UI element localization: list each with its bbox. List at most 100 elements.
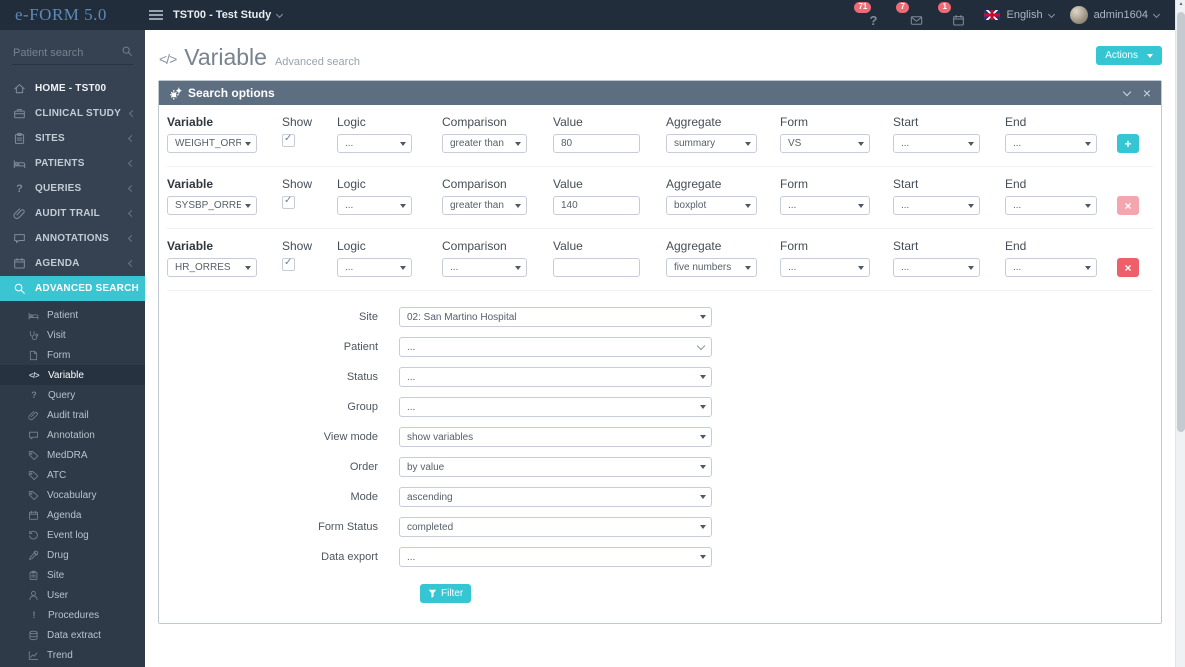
submenu-item-trend[interactable]: Trend [0,645,145,665]
submenu-item-label: User [47,589,69,601]
submenu-item-visit[interactable]: Visit [0,325,145,345]
variable-select[interactable]: WEIGHT_ORRES [167,134,257,153]
form-select[interactable]: VS [780,134,870,153]
form-status-select[interactable]: completed [399,517,712,537]
submenu-item-atc[interactable]: ATC [0,465,145,485]
aggregate-select[interactable]: five numbers [666,258,757,277]
app-logo[interactable]: e-FORM 5.0 [0,0,145,30]
sidebar-item-label: HOME - TST00 [35,83,107,94]
submenu-item-drug[interactable]: Drug [0,545,145,565]
chevron-left-icon [127,134,136,143]
comparison-select[interactable]: greater than [442,134,527,153]
sidebar-item-audit-trail[interactable]: AUDIT TRAIL [0,201,145,226]
scroll-up-arrow[interactable]: ▲ [1176,1,1185,7]
filter-row: Data export ... [167,547,1153,567]
panel-title: Search options [188,86,275,100]
comparison-select[interactable]: ... [442,258,527,277]
menu-icon[interactable] [149,8,163,22]
variable-select[interactable]: SYSBP_ORRES [167,196,257,215]
column-label-variable: Variable [167,239,214,253]
submenu-item-annotation[interactable]: Annotation [0,425,145,445]
actions-button[interactable]: Actions [1096,46,1162,65]
sidebar: HOME - TST00 CLINICAL STUDY SITES PATIEN… [0,30,145,667]
language-selector[interactable]: English [984,9,1055,21]
sidebar-item-patients[interactable]: PATIENTS [0,151,145,176]
submenu-item-meddra[interactable]: MedDRA [0,445,145,465]
filter-button[interactable]: Filter [420,584,472,603]
comparison-select[interactable]: greater than [442,196,527,215]
show-checkbox[interactable] [282,257,295,271]
caret-down-icon [700,435,706,439]
remove-row-button[interactable]: × [1117,258,1139,277]
show-checkbox[interactable] [282,195,295,209]
scrollbar[interactable]: ▲ [1175,0,1185,667]
user-menu[interactable]: admin1604 [1069,6,1161,24]
sidebar-item-label: CLINICAL STUDY [35,108,121,119]
sidebar-item-agenda[interactable]: AGENDA [0,251,145,276]
funnel-icon [428,589,437,598]
value-input[interactable]: 80 [553,134,640,153]
order-select[interactable]: by value [399,457,712,477]
mode-select[interactable]: ascending [399,487,712,507]
form-select[interactable]: ... [780,258,870,277]
study-selector[interactable]: TST00 - Test Study [173,9,284,21]
status-select[interactable]: ... [399,367,712,387]
filter-row: View mode show variables [167,427,1153,447]
submenu-item-query[interactable]: ? Query [0,385,145,405]
filter-label-group: Group [347,401,378,413]
view-mode-select[interactable]: show variables [399,427,712,447]
submenu-item-audit-trail[interactable]: Audit trail [0,405,145,425]
data-export-select[interactable]: ... [399,547,712,567]
value-input[interactable] [553,258,640,277]
submenu-item-form[interactable]: Form [0,345,145,365]
patient-select[interactable]: ... [399,337,712,357]
patient-search-input[interactable] [12,45,133,65]
submenu-item-data-extract[interactable]: Data extract [0,625,145,645]
end-select[interactable]: ... [1005,258,1097,277]
column-label-show: Show [282,115,313,129]
tag-icon [28,470,39,480]
sidebar-item-queries[interactable]: ? QUERIES [0,176,145,201]
end-select[interactable]: ... [1005,134,1097,153]
start-select[interactable]: ... [893,196,980,215]
remove-row-button[interactable]: × [1117,196,1139,215]
sidebar-item-annotations[interactable]: ANNOTATIONS [0,226,145,251]
sidebar-item-advanced-search[interactable]: ADVANCED SEARCH [0,276,145,301]
aggregate-select[interactable]: boxplot [666,196,757,215]
show-checkbox[interactable] [282,133,295,147]
form-select[interactable]: ... [780,196,870,215]
aggregate-select[interactable]: summary [666,134,757,153]
logic-select[interactable]: ... [337,258,412,277]
notification-envelope[interactable]: 7 [896,2,926,28]
value-input[interactable]: 140 [553,196,640,215]
sidebar-item-sites[interactable]: SITES [0,126,145,151]
collapse-panel-button[interactable] [1122,87,1132,97]
submenu-item-user[interactable]: User [0,585,145,605]
start-select[interactable]: ... [893,134,980,153]
add-row-button[interactable]: + [1117,134,1139,153]
site-select[interactable]: 02: San Martino Hospital [399,307,712,327]
notification-question-circle[interactable]: 71? [854,2,884,28]
submenu-item-procedures[interactable]: ! Procedures [0,605,145,625]
start-select[interactable]: ... [893,258,980,277]
sidebar-item-home-tst00[interactable]: HOME - TST00 [0,76,145,101]
column-label-end: End [1005,239,1027,253]
audit-trail-icon [28,410,38,420]
submenu-item-site[interactable]: Site [0,565,145,585]
logic-select[interactable]: ... [337,196,412,215]
group-select[interactable]: ... [399,397,712,417]
submenu-item-vocabulary[interactable]: Vocabulary [0,485,145,505]
end-select[interactable]: ... [1005,196,1097,215]
submenu-item-label: ATC [47,469,67,481]
scrollbar-thumb[interactable] [1177,12,1185,432]
close-panel-button[interactable]: × [1143,86,1151,100]
variable-select[interactable]: HR_ORRES [167,258,257,277]
submenu-item-agenda[interactable]: Agenda [0,505,145,525]
notification-calendar[interactable]: 1 [938,2,968,28]
submenu-item-patient[interactable]: Patient [0,305,145,325]
submenu-item-variable[interactable]: </> Variable [0,365,145,385]
submenu-item-event-log[interactable]: Event log [0,525,145,545]
logic-select[interactable]: ... [337,134,412,153]
column-label-variable: Variable [167,177,214,191]
sidebar-item-clinical-study[interactable]: CLINICAL STUDY [0,101,145,126]
